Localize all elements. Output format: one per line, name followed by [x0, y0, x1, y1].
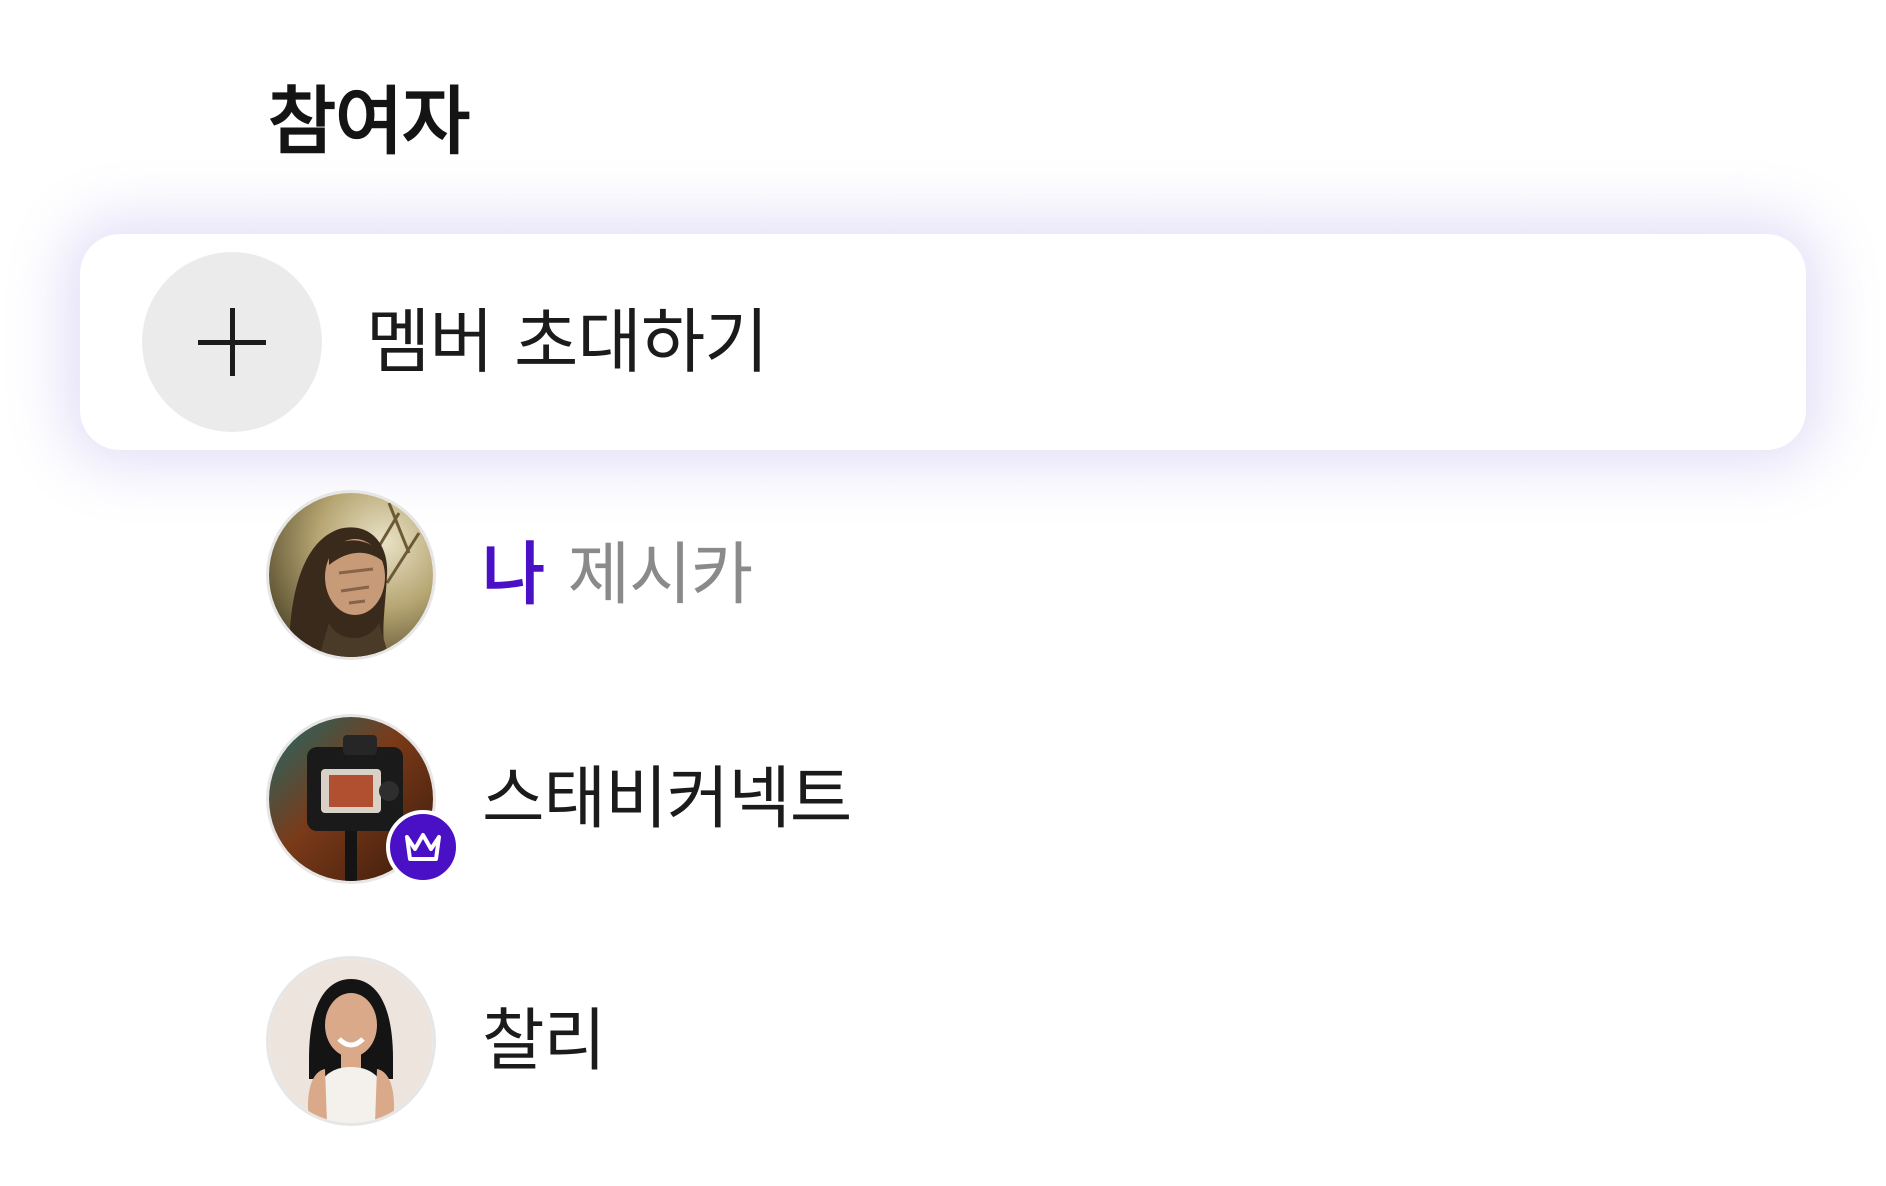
- member-name: 찰리: [482, 1002, 606, 1081]
- member-name-text: 제시카: [567, 536, 754, 615]
- member-item[interactable]: 찰리: [266, 956, 1666, 1132]
- avatar: [266, 490, 436, 660]
- invite-member-label: 멤버 초대하기: [366, 301, 769, 383]
- member-name: 스태비커넥트: [482, 760, 852, 839]
- page-title: 참여자: [268, 79, 470, 165]
- invite-member-button[interactable]: 멤버 초대하기: [80, 234, 1806, 450]
- avatar: [266, 956, 436, 1126]
- crown-icon: [386, 810, 460, 884]
- member-item-host[interactable]: 스태비커넥트: [266, 714, 1666, 890]
- member-name: 나 제시카: [482, 526, 754, 626]
- member-item-me[interactable]: 나 제시카: [266, 490, 1666, 666]
- plus-icon: [142, 252, 322, 432]
- me-tag: 나: [482, 536, 545, 615]
